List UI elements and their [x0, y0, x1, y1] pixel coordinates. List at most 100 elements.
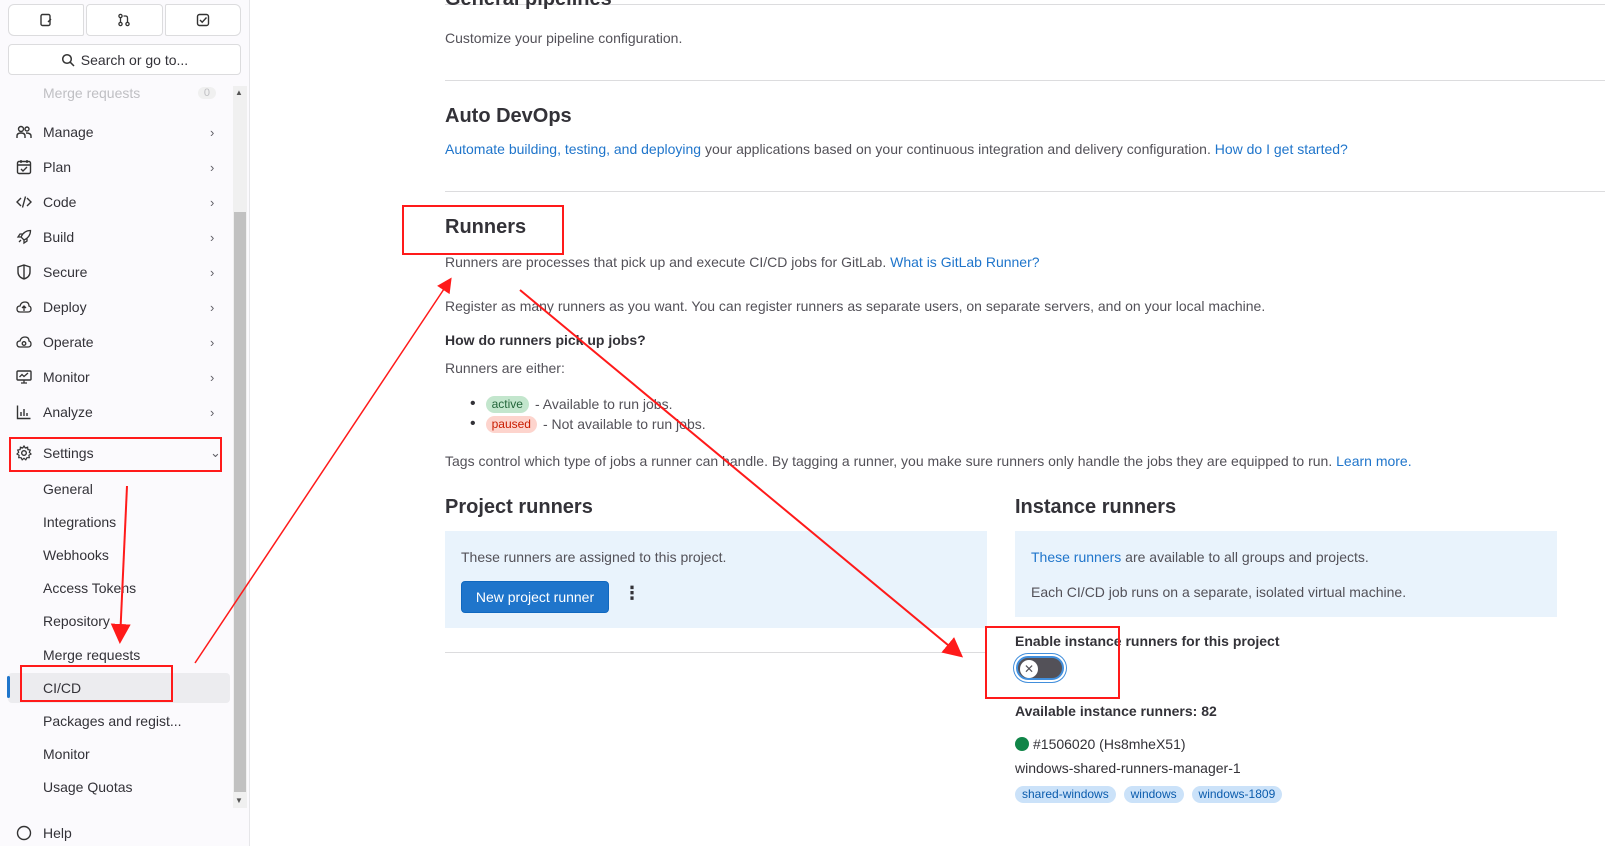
chevron-right-icon: ›: [210, 194, 215, 210]
auto-devops-desc: Automate building, testing, and deployin…: [445, 141, 1348, 157]
sidebar-item-secure[interactable]: Secure ›: [8, 255, 230, 289]
chevron-right-icon: ›: [210, 264, 215, 280]
auto-devops-link[interactable]: Automate building, testing, and deployin…: [445, 141, 701, 157]
sidebar-item-label: Operate: [43, 334, 94, 350]
runners-intro-text: Runners are processes that pick up and e…: [445, 254, 891, 270]
settings-repository[interactable]: Repository: [8, 606, 230, 636]
sub-item-label: Usage Quotas: [43, 779, 133, 795]
instance-runners-desc: These runners are available to all group…: [1031, 549, 1369, 565]
sidebar-item-label: Plan: [43, 159, 72, 175]
more-actions-icon[interactable]: ⋮: [623, 583, 641, 604]
runner-id: #1506020 (Hs8mheX51): [1015, 736, 1186, 752]
divider: [445, 191, 1605, 192]
runners-how-title: How do runners pick up jobs?: [445, 332, 646, 348]
chevron-right-icon: ›: [210, 404, 215, 420]
shield-icon: [17, 264, 31, 280]
help-button[interactable]: Help: [8, 816, 230, 846]
instance-runners-desc2: Each CI/CD job runs on a separate, isola…: [1031, 584, 1407, 600]
sidebar-item-label: Monitor: [43, 369, 90, 385]
sub-item-label: Webhooks: [43, 547, 109, 563]
users-icon: [16, 125, 32, 138]
sidebar-item-code[interactable]: Code ›: [8, 185, 230, 219]
sidebar-item-label: Manage: [43, 124, 94, 140]
sidebar-item-monitor[interactable]: Monitor ›: [8, 360, 230, 394]
active-indicator: [7, 676, 10, 698]
sidebar-item-label: Code: [43, 194, 77, 210]
active-text: - Available to run jobs.: [534, 396, 673, 412]
monitor-icon: [16, 370, 32, 384]
annotation-box-runners: [402, 205, 564, 255]
settings-packages-registries[interactable]: Packages and regist...: [8, 706, 230, 736]
merge-requests-button[interactable]: [86, 4, 163, 36]
online-status-icon: [1015, 737, 1029, 751]
general-pipelines-desc: Customize your pipeline configuration.: [445, 30, 683, 46]
sidebar-item-manage[interactable]: Manage ›: [8, 115, 230, 149]
divider: [445, 652, 987, 653]
sidebar-item-plan[interactable]: Plan ›: [8, 150, 230, 184]
cloud-gear-icon: [16, 336, 32, 348]
settings-webhooks[interactable]: Webhooks: [8, 540, 230, 570]
list-item: active - Available to run jobs.: [470, 395, 672, 413]
settings-access-tokens[interactable]: Access Tokens: [8, 573, 230, 603]
sidebar-top-actions: [8, 4, 241, 36]
cloud-icon: [16, 301, 32, 313]
help-icon: [16, 825, 32, 841]
search-button[interactable]: Search or go to...: [8, 44, 241, 75]
sidebar-item-label: Merge requests: [43, 85, 141, 101]
runner-tag: windows-1809: [1191, 786, 1283, 803]
settings-monitor[interactable]: Monitor: [8, 739, 230, 769]
project-runners-box: These runners are assigned to this proje…: [445, 531, 987, 628]
runners-either-text: Runners are either:: [445, 360, 565, 376]
sidebar-item-deploy[interactable]: Deploy ›: [8, 290, 230, 324]
scroll-up-arrow-icon[interactable]: ▲: [235, 88, 243, 97]
settings-integrations[interactable]: Integrations: [8, 507, 230, 537]
get-started-link[interactable]: How do I get started?: [1215, 141, 1348, 157]
instance-runners-desc-text: are available to all groups and projects…: [1121, 549, 1369, 565]
sub-item-label: Packages and regist...: [43, 713, 182, 729]
chart-icon: [16, 405, 31, 420]
sidebar-item-operate[interactable]: Operate ›: [8, 325, 230, 359]
main-content: General pipelines Customize your pipelin…: [250, 0, 1605, 846]
instance-runners-title: Instance runners: [1015, 496, 1177, 518]
available-runners-count: Available instance runners: 82: [1015, 703, 1217, 719]
paused-badge: paused: [485, 415, 537, 433]
sub-item-label: Integrations: [43, 514, 117, 530]
general-pipelines-title: General pipelines: [445, 0, 612, 11]
scroll-down-arrow-icon[interactable]: ▼: [235, 796, 243, 805]
runner-tags: shared-windows windows windows-1809: [1015, 785, 1286, 803]
sub-item-label: General: [43, 481, 93, 497]
sidebar-item-label: Analyze: [43, 404, 93, 420]
divider: [445, 4, 1605, 5]
sub-item-label: Merge requests: [43, 647, 141, 663]
annotation-box-settings: [9, 437, 222, 472]
runners-intro: Runners are processes that pick up and e…: [445, 254, 1040, 270]
auto-devops-text: your applications based on your continuo…: [701, 141, 1215, 157]
new-project-runner-button[interactable]: New project runner: [461, 581, 609, 613]
chevron-right-icon: ›: [210, 229, 215, 245]
runner-tag: shared-windows: [1015, 786, 1116, 803]
sidebar-item-merge-requests-partial[interactable]: Merge requests 0: [8, 80, 230, 110]
todo-button[interactable]: [164, 4, 241, 36]
runner-tag: windows: [1123, 786, 1184, 803]
rocket-icon: [16, 229, 32, 245]
settings-usage-quotas[interactable]: Usage Quotas: [8, 772, 230, 802]
sidebar-scrollbar-thumb[interactable]: [234, 212, 246, 792]
issues-button[interactable]: [8, 4, 85, 36]
merge-request-icon: [118, 13, 131, 27]
what-is-runner-link[interactable]: What is GitLab Runner?: [890, 254, 1039, 270]
sub-item-label: Monitor: [43, 746, 90, 762]
chevron-right-icon: ›: [210, 334, 215, 350]
settings-general[interactable]: General: [8, 474, 230, 504]
chevron-right-icon: ›: [210, 369, 215, 385]
learn-more-link[interactable]: Learn more.: [1336, 453, 1411, 469]
these-runners-link[interactable]: These runners: [1031, 549, 1121, 565]
chevron-right-icon: ›: [210, 159, 215, 175]
search-icon: [61, 53, 75, 67]
sidebar-item-build[interactable]: Build ›: [8, 220, 230, 254]
chevron-right-icon: ›: [210, 124, 215, 140]
sidebar-item-label: Secure: [43, 264, 88, 280]
sidebar-item-analyze[interactable]: Analyze ›: [8, 395, 230, 429]
sidebar-item-label: Build: [43, 229, 75, 245]
count-badge: 0: [197, 87, 216, 99]
help-label: Help: [43, 825, 72, 841]
